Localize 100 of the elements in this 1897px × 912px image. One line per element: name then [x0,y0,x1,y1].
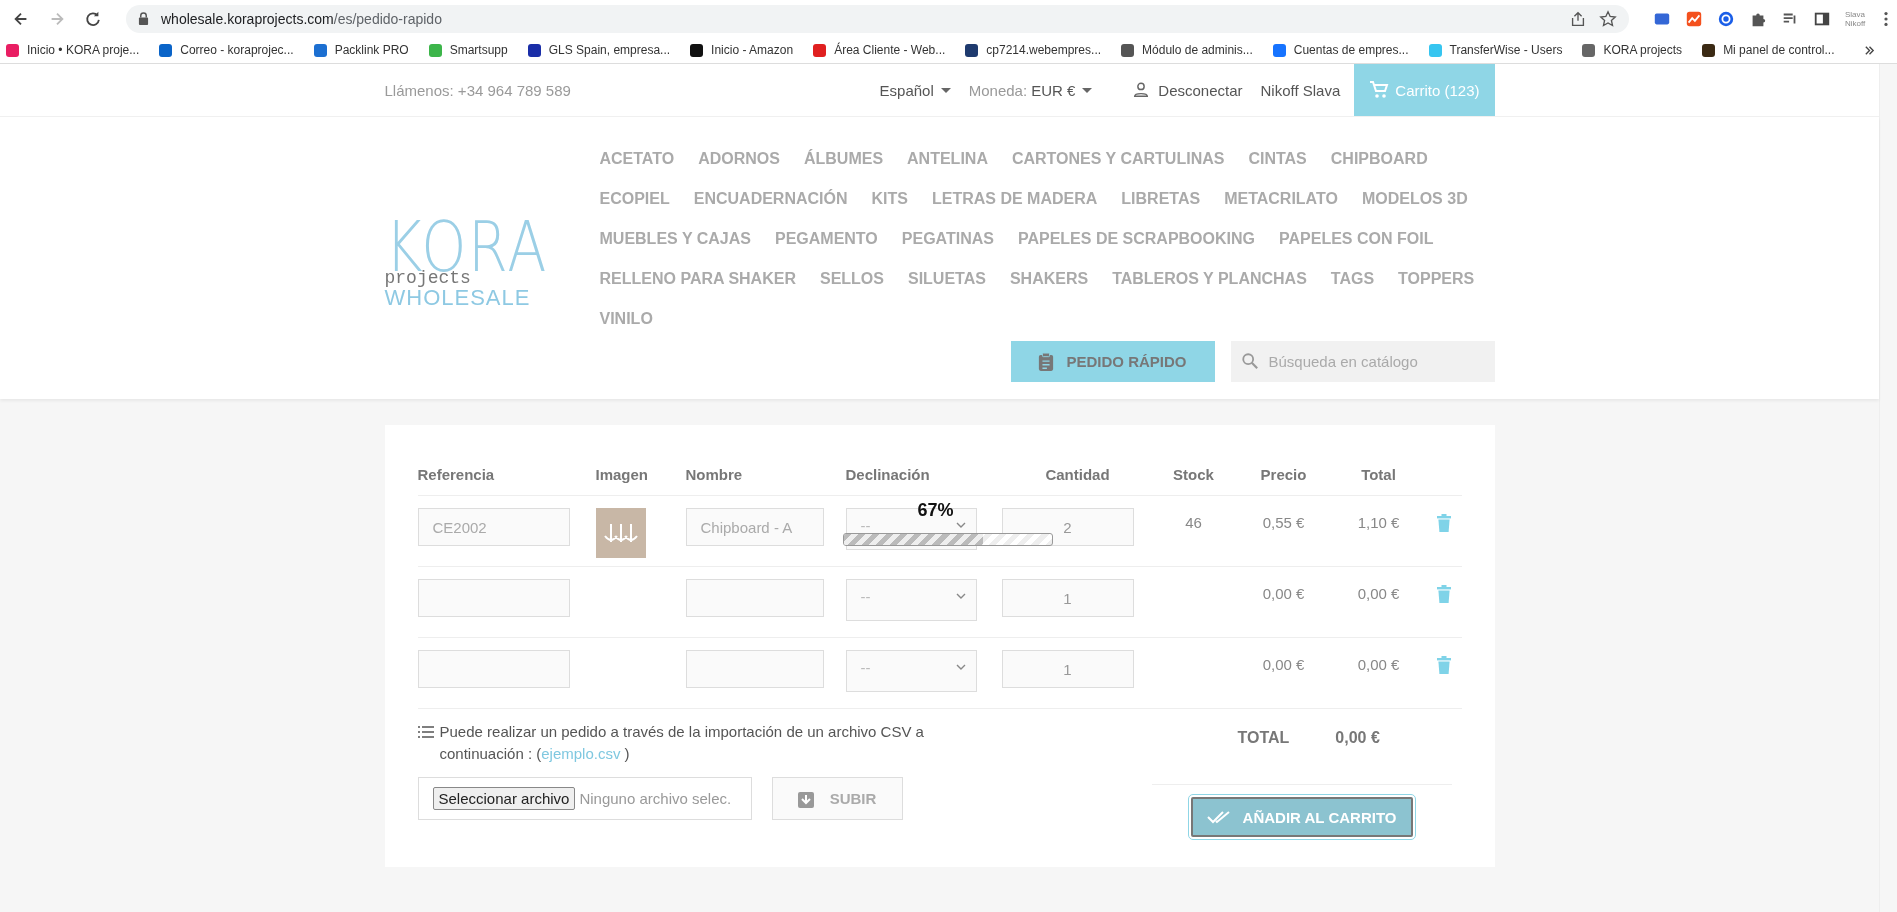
search-field[interactable]: Búsqueda en catálogo [1230,341,1495,382]
url-text: wholesale.koraprojects.com/es/pedido-rapido [161,10,443,27]
reference-field[interactable] [417,579,570,617]
bookmark-link[interactable]: Smartsupp [428,43,508,57]
currency-dropdown[interactable]: Moneda: EUR € [968,81,1093,99]
name-field[interactable] [685,579,824,617]
category-link[interactable]: ÁLBUMES [803,139,884,179]
lock-icon [138,12,149,25]
account-link[interactable]: Nikoff Slava [1260,81,1341,99]
bookmark-link[interactable]: TransferWise - Users [1428,43,1563,57]
chevron-icon [955,593,966,599]
language-dropdown[interactable]: Español [879,81,951,99]
category-link[interactable]: PAPELES CON FOIL [1279,219,1434,259]
grand-total: 0,00 € [1335,729,1380,748]
bookmark-link[interactable]: Cuentas de empres... [1272,43,1409,57]
profile-name[interactable]: Slava Nikoff [1845,9,1869,28]
upload-icon [797,789,814,808]
total-label: TOTAL [1237,729,1290,748]
quantity-field[interactable]: 1 [1001,650,1134,688]
price-value: 0,55 € [1262,514,1305,531]
bookmark-link[interactable]: Mi panel de control... [1702,43,1835,57]
category-link[interactable]: SILUETAS [907,259,986,299]
category-link[interactable]: PEGAMENTO [774,219,878,259]
category-link[interactable]: CINTAS [1248,139,1307,179]
share-icon[interactable] [1569,9,1587,28]
declination-select[interactable]: -- [845,579,977,621]
column-header: Nombre [685,465,744,483]
category-link[interactable]: LIBRETAS [1121,179,1201,219]
phone-text: Llámenos: +34 964 789 589 [384,81,571,99]
example-csv-link[interactable]: ejemplo.csv [541,745,621,762]
cart-button[interactable]: Carrito (123) [1354,64,1495,116]
price-value: 0,00 € [1262,656,1305,673]
category-link[interactable]: SELLOS [819,259,884,299]
reference-field[interactable] [417,650,570,688]
chevron-icon [955,664,966,670]
total-value: 0,00 € [1357,656,1400,673]
category-link[interactable]: CARTONES Y CARTULINAS [1011,139,1225,179]
category-link[interactable]: CHIPBOARD [1330,139,1428,179]
clipboard-icon [1038,351,1055,372]
bookmark-link[interactable]: Correo - koraprojec... [159,43,294,57]
bookmark-link[interactable]: Packlink PRO [313,43,409,57]
total-value: 1,10 € [1357,514,1400,531]
column-header: Total [1360,465,1397,483]
declination-select[interactable]: -- [845,650,977,692]
user-icon [1132,81,1151,99]
quick-order-button[interactable]: PEDIDO RÁPIDO [1010,341,1215,382]
category-link[interactable]: VINILO [599,299,653,339]
category-link[interactable]: ADORNOS [698,139,780,179]
upload-button[interactable]: SUBIR [771,777,903,820]
category-link[interactable]: MUEBLES Y CAJAS [599,219,751,259]
category-link[interactable]: KITS [871,179,908,219]
chevron-icon[interactable] [1864,44,1875,56]
name-field[interactable] [685,650,824,688]
category-link[interactable]: ENCUADERNACIÓN [693,179,848,219]
bookmark-link[interactable]: GLS Spain, empresa... [527,43,671,57]
ring-icon[interactable] [1717,9,1735,28]
name-field[interactable]: Chipboard - A [685,508,824,546]
file-field[interactable]: Seleccionar archivo Ninguno archivo selec. [417,777,752,820]
column-header: Referencia [417,465,496,483]
file-status: Ninguno archivo selec. [579,790,732,807]
chart-icon[interactable] [1685,9,1703,28]
category-link[interactable]: TABLEROS Y PLANCHAS [1112,259,1307,299]
bookmark-link[interactable]: Inicio • KORA proje... [6,43,140,57]
reference-field[interactable]: CE2002 [417,508,570,546]
address-bar[interactable]: wholesale.koraprojects.com/es/pedido-rapido [126,4,1629,33]
bookmark-link[interactable]: KORA projects [1582,43,1683,57]
category-link[interactable]: TOPPERS [1398,259,1475,299]
bookmark-link[interactable]: cp7214.webempres... [965,43,1102,57]
column-header: Stock [1172,465,1215,483]
bookmark-link[interactable]: Área Cliente - Web... [813,43,946,57]
stock-value: 46 [1185,514,1202,531]
category-link[interactable]: ECOPIEL [599,179,670,219]
cart-icon [1369,80,1390,100]
category-link[interactable]: LETRAS DE MADERA [931,179,1098,219]
category-link[interactable]: ANTELINA [907,139,988,179]
quantity-field[interactable]: 1 [1001,579,1134,617]
choose-file-button[interactable]: Seleccionar archivo [432,787,576,810]
menu-icon[interactable] [1883,9,1889,28]
star-icon[interactable] [1599,9,1617,28]
category-link[interactable]: RELLENO PARA SHAKER [599,259,796,299]
category-link[interactable]: SHAKERS [1009,259,1089,299]
logout-link[interactable]: Desconectar [1132,81,1243,99]
column-header: Cantidad [1044,465,1111,483]
list-icon [417,726,434,738]
category-link[interactable]: TAGS [1330,259,1375,299]
price-value: 0,00 € [1262,585,1305,602]
category-link[interactable]: ACETATO [599,139,675,179]
category-link[interactable]: PAPELES DE SCRAPBOOKING [1017,219,1255,259]
chevron-icon [955,522,966,528]
add-to-cart-button[interactable]: AÑADIR AL CARRITO [1190,797,1413,837]
double-check-icon [1206,810,1231,824]
category-link[interactable]: MODELOS 3D [1361,179,1468,219]
total-value: 0,00 € [1357,585,1400,602]
column-header: Imagen [595,465,649,483]
category-link[interactable]: METACRILATO [1224,179,1338,219]
bookmark-link[interactable]: Módulo de adminis... [1121,43,1253,57]
column-header: Precio [1259,465,1308,483]
bookmark-link[interactable]: Inicio - Amazon [690,43,794,57]
column-header: Declinación [845,465,931,483]
category-link[interactable]: PEGATINAS [901,219,994,259]
